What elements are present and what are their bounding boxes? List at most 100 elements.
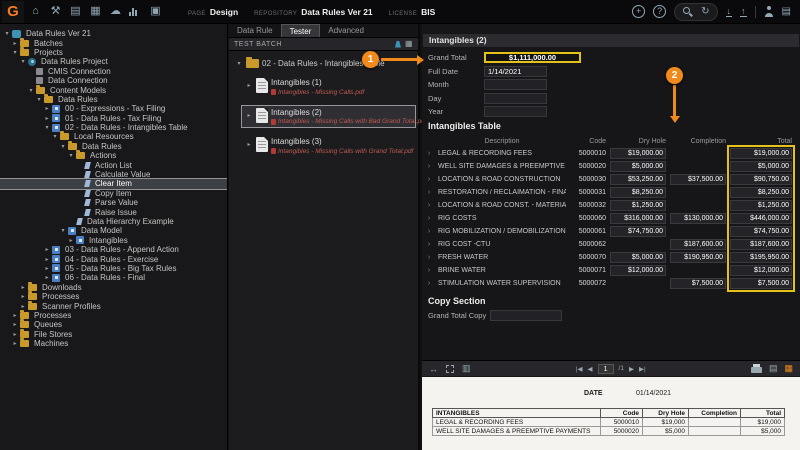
tree-item-05-data-rules-big-tax-rules[interactable]: ▸05 - Data Rules - Big Tax Rules: [0, 264, 227, 273]
cell-total-value[interactable]: $187,600.00: [730, 239, 792, 250]
table-row[interactable]: ›RIG COSTS5000060$316,000.00$130,000.00$…: [424, 212, 794, 225]
fit-width-icon[interactable]: ↔: [429, 364, 438, 374]
download-icon[interactable]: ↓: [726, 7, 733, 17]
add-icon[interactable]: +: [632, 5, 645, 18]
cell-dry-hole-value[interactable]: $5,000.00: [610, 161, 666, 172]
refresh-icon[interactable]: ↻: [701, 6, 709, 18]
batches-icon[interactable]: ▤: [69, 5, 82, 18]
table-row[interactable]: ›RIG MOBILIZATION / DEMOBILIZATION500006…: [424, 225, 794, 238]
collapse-icon[interactable]: ▾: [235, 60, 243, 67]
expand-icon[interactable]: ▸: [11, 321, 19, 328]
cell-completion-value[interactable]: $37,500.00: [670, 174, 726, 185]
prev-page-button[interactable]: ◀: [588, 365, 593, 373]
search-icon[interactable]: [682, 6, 693, 17]
first-page-button[interactable]: |◀: [576, 365, 583, 373]
cell-total-value[interactable]: $19,000.00: [730, 148, 792, 159]
table-row[interactable]: ›RESTORATION / RECLAIMATION - FINAL50000…: [424, 186, 794, 199]
document-preview[interactable]: DATE 01/14/2021 INTANGIBLESCodeDry HoleC…: [422, 377, 800, 450]
cell-total-value[interactable]: $12,000.00: [730, 265, 792, 276]
expand-icon[interactable]: ▸: [11, 340, 19, 347]
cell-completion-value[interactable]: $130,000.00: [670, 213, 726, 224]
tree-item-processes[interactable]: ▸Processes: [0, 311, 227, 320]
tree-item-local-resources[interactable]: ▾Local Resources: [0, 132, 227, 141]
tree-item-data-connection[interactable]: Data Connection: [0, 76, 227, 85]
cell-completion-value[interactable]: $187,600.00: [670, 239, 726, 250]
collapse-icon[interactable]: ▾: [51, 133, 59, 140]
select-region-icon[interactable]: [446, 365, 454, 373]
collapse-icon[interactable]: ▾: [43, 124, 51, 131]
table-row[interactable]: ›BRINE WATER5000071$12,000.00$12,000.00: [424, 264, 794, 277]
table-row[interactable]: ›RIG COST -CTU5000062$187,600.00$187,600…: [424, 238, 794, 251]
viewer-settings-icon[interactable]: ▦: [784, 363, 793, 374]
expand-icon[interactable]: ▸: [19, 303, 27, 310]
expand-icon[interactable]: ▸: [19, 284, 27, 291]
tree-item-actions[interactable]: ▾Actions: [0, 151, 227, 160]
cell-total-value[interactable]: $446,000.00: [730, 213, 792, 224]
tree-item-data-rules[interactable]: ▾Data Rules: [0, 95, 227, 104]
chart-icon[interactable]: [129, 7, 142, 16]
field-input-day[interactable]: [484, 93, 547, 104]
copy-field-input[interactable]: [490, 310, 562, 321]
repository-value[interactable]: Data Rules Ver 21: [301, 7, 372, 17]
cell-completion-value[interactable]: $190,950.00: [670, 252, 726, 263]
cell-dry-hole-value[interactable]: $8,250.00: [610, 187, 666, 198]
cell-dry-hole-value[interactable]: $1,250.00: [610, 200, 666, 211]
cell-dry-hole-value[interactable]: $74,750.00: [610, 226, 666, 237]
tree-item-01-data-rules-tax-filing[interactable]: ▸01 - Data Rules - Tax Filing: [0, 114, 227, 123]
tree-item-data-rules[interactable]: ▾Data Rules: [0, 142, 227, 151]
tree-item-03-data-rules-append-action[interactable]: ▸03 - Data Rules - Append Action: [0, 245, 227, 254]
grid-icon[interactable]: ▦: [405, 40, 413, 48]
expand-icon[interactable]: ▸: [43, 256, 51, 263]
tools-icon[interactable]: ⚒: [49, 5, 62, 18]
tree-item-clear-item[interactable]: Clear Item: [0, 179, 227, 188]
cell-dry-hole-value[interactable]: $316,000.00: [610, 213, 666, 224]
tree-item-content-models[interactable]: ▾Content Models: [0, 85, 227, 94]
calendar-icon[interactable]: ▣: [149, 5, 162, 18]
tree-item-batches[interactable]: ▸Batches: [0, 38, 227, 47]
cell-total-value[interactable]: $7,500.00: [730, 278, 792, 289]
help-icon[interactable]: ?: [653, 5, 666, 18]
collapse-icon[interactable]: ▾: [11, 49, 19, 56]
cell-total-value[interactable]: $1,250.00: [730, 200, 792, 211]
flask-icon[interactable]: [395, 41, 401, 48]
tree-item-cmis-connection[interactable]: CMIS Connection: [0, 67, 227, 76]
tree-item-data-rules-ver-21[interactable]: ▾Data Rules Ver 21: [0, 29, 227, 38]
page-value[interactable]: Design: [210, 7, 238, 17]
expand-icon[interactable]: ▸: [43, 246, 51, 253]
tree-item-machines[interactable]: ▸Machines: [0, 339, 227, 348]
expand-icon[interactable]: ▸: [11, 331, 19, 338]
tree-item-02-data-rules-intangibles-table[interactable]: ▾02 - Data Rules - Intangibles Table: [0, 123, 227, 132]
cell-completion-value[interactable]: $7,500.00: [670, 278, 726, 289]
field-input-year[interactable]: [484, 106, 547, 117]
home-icon[interactable]: ⌂: [29, 5, 42, 18]
tree-item-data-hierarchy-example[interactable]: Data Hierarchy Example: [0, 217, 227, 226]
tree-item-scanner-profiles[interactable]: ▸Scanner Profiles: [0, 301, 227, 310]
expand-icon[interactable]: ▸: [43, 274, 51, 281]
expand-icon[interactable]: ▸: [67, 237, 75, 244]
document-item-intangibles-1[interactable]: ▸Intangibles (1)Intangibles - Missing Ca…: [242, 76, 415, 98]
tree-item-04-data-rules-exercise[interactable]: ▸04 - Data Rules - Exercise: [0, 254, 227, 263]
table-row[interactable]: ›STIMULATION WATER SUPERVISION5000072$7,…: [424, 277, 794, 290]
collapse-icon[interactable]: ▾: [59, 143, 67, 150]
cell-total-value[interactable]: $74,750.00: [730, 226, 792, 237]
print-icon[interactable]: [751, 367, 762, 373]
document-item-intangibles-2[interactable]: ▸Intangibles (2)Intangibles - Missing Ca…: [242, 106, 415, 128]
last-page-button[interactable]: ▶|: [639, 365, 646, 373]
cloud-icon[interactable]: ☁: [109, 5, 122, 18]
cell-dry-hole-value[interactable]: $5,000.00: [610, 252, 666, 263]
collapse-icon[interactable]: ▾: [19, 58, 27, 65]
journal-icon[interactable]: ▤: [782, 6, 791, 18]
document-item-intangibles-3[interactable]: ▸Intangibles (3)Intangibles - Missing Ca…: [242, 135, 415, 157]
tree-item-queues[interactable]: ▸Queues: [0, 320, 227, 329]
tree-item-06-data-rules-final[interactable]: ▸06 - Data Rules - Final: [0, 273, 227, 282]
user-icon[interactable]: [764, 6, 774, 17]
export-icon[interactable]: ▤: [769, 363, 778, 374]
stack-icon[interactable]: ▦: [89, 5, 102, 18]
expand-icon[interactable]: ▸: [43, 105, 51, 112]
tree-item-intangibles[interactable]: ▸Intangibles: [0, 236, 227, 245]
expand-icon[interactable]: ▸: [245, 141, 253, 148]
expand-icon[interactable]: ▸: [43, 265, 51, 272]
cell-dry-hole-value[interactable]: $19,000.00: [610, 148, 666, 159]
field-input-full-date[interactable]: 1/14/2021: [484, 66, 547, 77]
tree-item-parse-value[interactable]: Parse Value: [0, 198, 227, 207]
